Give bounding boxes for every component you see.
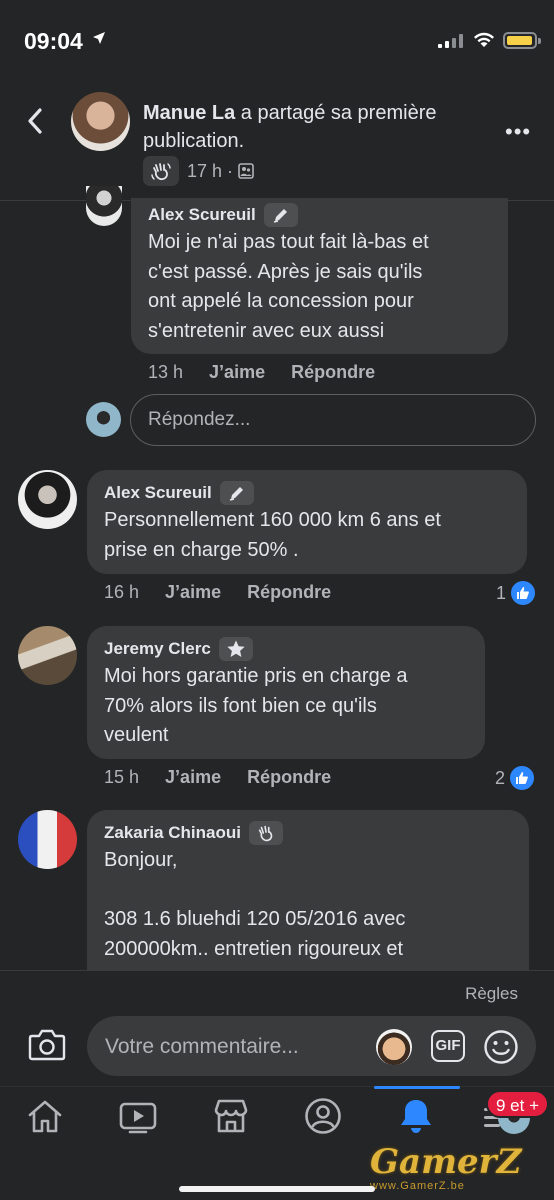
comment-author-name[interactable]: Alex Scureuil <box>148 205 256 225</box>
wave-icon <box>248 821 283 845</box>
post-meta: 17 h · <box>143 156 254 186</box>
comment-author-name[interactable]: Zakaria Chinaoui <box>104 823 241 843</box>
comment-author[interactable]: Jeremy Clerc <box>104 636 469 662</box>
more-options-icon[interactable]: ••• <box>505 119 531 145</box>
comment-actions: 13 h J’aime Répondre <box>148 362 401 383</box>
group-privacy-icon <box>238 163 254 179</box>
wifi-icon <box>474 32 494 47</box>
comment-text: Moi je n'ai pas tout fait là-bas et c'es… <box>148 231 429 342</box>
gif-label: GIF <box>435 1037 461 1054</box>
wave-badge-icon <box>143 156 179 186</box>
post-timestamp: 17 h <box>187 160 223 181</box>
comment-placeholder: Votre commentaire... <box>105 1035 299 1058</box>
comment-author[interactable]: Zakaria Chinaoui <box>104 820 513 846</box>
comment-author-name[interactable]: Jeremy Clerc <box>104 639 211 659</box>
comment-input[interactable]: Votre commentaire... <box>87 1016 536 1076</box>
avatar-sticker-icon[interactable] <box>376 1029 412 1065</box>
meta-separator: · <box>227 160 234 181</box>
post-author-name[interactable]: Manue La <box>143 102 235 124</box>
signal-icon <box>438 34 463 48</box>
reply-input[interactable]: Répondez... <box>130 394 536 446</box>
gamerz-watermark: GamerZ <box>370 1142 522 1182</box>
status-time: 09:04 <box>24 28 83 54</box>
comment-text: Bonjour, 308 1.6 bluehdi 120 05/2016 ave… <box>104 849 406 960</box>
comment-avatar[interactable] <box>86 186 122 226</box>
reaction-count[interactable]: 1 <box>496 579 538 607</box>
comment-text: Personnellement 160 000 km 6 ans et pris… <box>104 509 441 561</box>
comment-avatar[interactable] <box>18 626 77 685</box>
comment-actions: 15 h J’aime Répondre <box>104 767 357 788</box>
profile-icon[interactable] <box>303 1096 343 1136</box>
location-arrow-icon <box>93 32 105 44</box>
reaction-count-value: 1 <box>496 582 507 603</box>
pen-icon <box>263 203 298 227</box>
pen-icon <box>219 481 254 505</box>
home-icon[interactable] <box>25 1096 65 1136</box>
comment-time: 13 h <box>148 362 184 382</box>
comment-avatar[interactable] <box>18 470 77 529</box>
comment-time: 15 h <box>104 767 140 787</box>
active-tab-indicator <box>374 1086 460 1089</box>
back-chevron-icon[interactable] <box>22 104 48 138</box>
notifications-icon[interactable] <box>396 1096 436 1136</box>
comment-time: 16 h <box>104 582 140 602</box>
comment-actions: 16 h J’aime Répondre <box>104 582 357 603</box>
emoji-icon[interactable] <box>483 1029 519 1065</box>
home-indicator <box>179 1186 375 1192</box>
current-user-avatar <box>86 402 121 437</box>
comment-bubble: Alex Scureuil Moi je n'ai pas tout fait … <box>131 198 508 354</box>
reaction-count[interactable]: 2 <box>495 764 537 792</box>
post-header-text: Manue La a partagé sa première publicati… <box>143 99 443 155</box>
reply-placeholder: Répondez... <box>148 409 251 430</box>
comment-bubble: Alex Scureuil Personnellement 160 000 km… <box>87 470 527 574</box>
comment-author[interactable]: Alex Scureuil <box>148 202 492 228</box>
camera-icon[interactable] <box>28 1028 66 1062</box>
like-reaction-icon <box>508 764 537 792</box>
star-icon <box>218 637 253 661</box>
like-button[interactable]: J’aime <box>209 362 265 383</box>
reply-button[interactable]: Répondre <box>247 767 331 788</box>
battery-icon <box>503 32 541 49</box>
video-icon[interactable] <box>118 1096 158 1136</box>
comment-author[interactable]: Alex Scureuil <box>104 480 511 506</box>
status-bar <box>0 0 554 86</box>
comment-text: Moi hors garantie pris en charge a 70% a… <box>104 665 408 746</box>
like-button[interactable]: J’aime <box>165 582 221 603</box>
comment-bubble: Jeremy Clerc Moi hors garantie pris en c… <box>87 626 485 759</box>
like-button[interactable]: J’aime <box>165 767 221 788</box>
author-avatar[interactable] <box>71 92 130 151</box>
comment-avatar[interactable] <box>18 810 77 869</box>
gif-button[interactable]: GIF <box>431 1030 465 1062</box>
reply-button[interactable]: Répondre <box>291 362 375 383</box>
notification-badge: 9 et + <box>486 1090 550 1118</box>
marketplace-icon[interactable] <box>211 1096 251 1136</box>
comment-author-name[interactable]: Alex Scureuil <box>104 483 212 503</box>
rules-link[interactable]: Règles <box>465 984 518 1004</box>
reply-button[interactable]: Répondre <box>247 582 331 603</box>
gamerz-watermark-url: www.GamerZ.be <box>370 1180 465 1192</box>
reaction-count-value: 2 <box>495 767 506 788</box>
like-reaction-icon <box>509 579 538 607</box>
